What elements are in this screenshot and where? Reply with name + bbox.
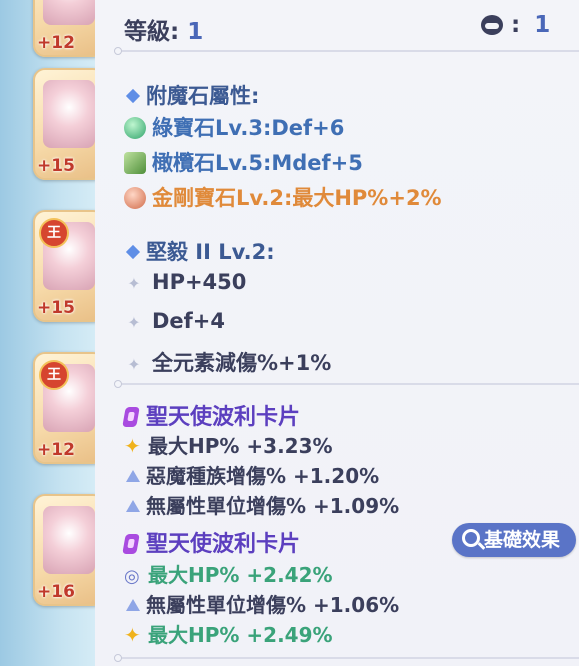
- refine-level: +15: [37, 298, 75, 318]
- refine-level: +12: [37, 33, 75, 53]
- divider: [114, 654, 579, 662]
- enchant-gem: 綠寶石Lv.3:Def+6: [124, 112, 344, 142]
- triangle-icon: [126, 470, 140, 482]
- card-effect: 惡魔種族增傷% +1.20%: [124, 460, 379, 489]
- card-icon: [122, 407, 140, 427]
- emerald-icon: [124, 117, 146, 139]
- equipment-art: [43, 80, 95, 148]
- slot-separator: :: [511, 12, 521, 38]
- base-effect-button[interactable]: 基礎效果: [452, 523, 576, 557]
- slot-icon: [481, 15, 503, 35]
- level-value: 1: [187, 19, 204, 45]
- card-effect: ◎ 最大HP% +2.42%: [124, 563, 333, 587]
- refine-level: +12: [37, 440, 75, 460]
- diamond-bullet-icon: [125, 244, 141, 260]
- diamond-bullet-icon: [125, 88, 141, 104]
- skill-title: 堅毅 II Lv.2:: [124, 236, 275, 266]
- swirl-icon: ◎: [124, 566, 140, 587]
- divider: [114, 380, 579, 388]
- card-effect: 無屬性單位增傷% +1.09%: [124, 490, 399, 519]
- refine-level: +15: [37, 156, 75, 176]
- skill-line: ✦ HP+450: [124, 270, 246, 294]
- inventory-strip: +12 +15 王 +15 王 +12 +16: [0, 0, 105, 666]
- card-title: 聖天使波利卡片: [122, 526, 300, 558]
- enchant-gem: 橄欖石Lv.5:Mdef+5: [124, 147, 363, 177]
- enchant-title: 附魔石屬性:: [124, 80, 259, 110]
- level-label: 等級:: [124, 19, 180, 45]
- triangle-icon: [126, 599, 140, 611]
- search-icon: [462, 529, 480, 547]
- star-icon: ✦: [124, 434, 141, 458]
- star-icon: ✦: [124, 623, 141, 647]
- skill-line: ✦ 全元素減傷%+1%: [124, 347, 331, 377]
- card-effect: 無屬性單位增傷% +1.06%: [124, 589, 399, 618]
- divider: [114, 47, 579, 55]
- card-effect: ✦ 最大HP% +3.23%: [124, 434, 333, 458]
- sparkle-bullet-icon: ✦: [127, 355, 141, 374]
- peridot-icon: [124, 152, 146, 174]
- base-effect-label: 基礎效果: [484, 529, 561, 551]
- card-title: 聖天使波利卡片: [122, 399, 300, 431]
- equipment-art: [43, 506, 95, 574]
- sparkle-bullet-icon: ✦: [127, 313, 141, 332]
- equipment-art: [43, 0, 95, 25]
- triangle-icon: [126, 500, 140, 512]
- level-row: 等級: 1: [124, 12, 203, 46]
- skill-line: ✦ Def+4: [124, 309, 225, 333]
- king-badge-icon: 王: [39, 360, 69, 390]
- refine-level: +16: [37, 582, 75, 602]
- slot-count: : 1: [481, 12, 550, 38]
- slot-value: 1: [534, 12, 551, 38]
- card-icon: [122, 534, 140, 554]
- sparkle-bullet-icon: ✦: [127, 274, 141, 293]
- enchant-gem: 金剛寶石Lv.2:最大HP%+2%: [124, 182, 442, 212]
- card-effect: ✦ 最大HP% +2.49%: [124, 623, 333, 647]
- king-badge-icon: 王: [39, 218, 69, 248]
- diamond-gem-icon: [124, 187, 146, 209]
